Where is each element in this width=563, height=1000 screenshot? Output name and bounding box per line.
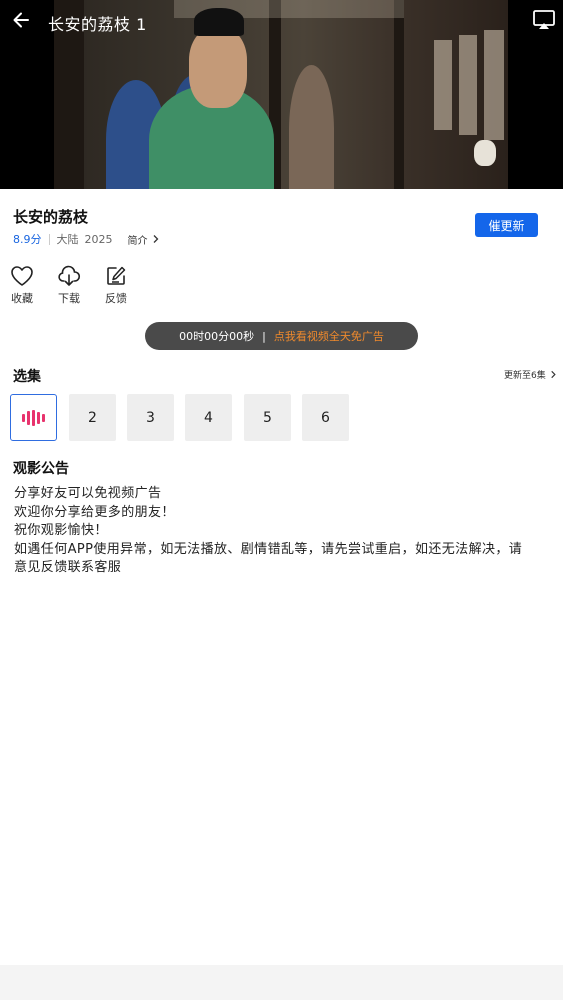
favorite-label: 收藏 [11,292,33,305]
video-player[interactable]: 长安的荔枝 1 [0,0,563,189]
notice-title: 观影公告 [13,461,69,477]
notice-line: 如遇任何APP使用异常，如无法播放、剧情错乱等，请先尝试重启，如还无法解决，请意… [14,541,523,576]
show-title: 长安的荔枝 [13,208,89,226]
show-year: 2025 [84,232,113,246]
feedback-label: 反馈 [105,292,127,305]
update-status-link[interactable]: 更新至6集 [504,368,558,381]
ad-divider: | [262,329,266,343]
cloud-download-icon [58,265,81,286]
episodes-title: 选集 [13,369,41,385]
meta-divider [48,233,50,245]
show-meta: 8.9分 大陆 2025 简介 [13,231,161,247]
feedback-button[interactable]: 反馈 [96,265,136,306]
ad-free-banner[interactable]: 00时00分00秒 | 点我看视频全天免广告 [145,322,418,350]
episode-3[interactable]: 3 [127,394,174,441]
bottom-bar [0,965,563,1000]
video-title: 长安的荔枝 1 [48,15,147,34]
notice-line: 分享好友可以免视频广告 [14,486,162,501]
ad-free-link[interactable]: 点我看视频全天免广告 [274,328,384,344]
back-button[interactable] [8,6,34,34]
favorite-button[interactable]: 收藏 [2,265,42,306]
episode-6[interactable]: 6 [302,394,349,441]
notice-line: 欢迎你分享给更多的朋友！ [14,504,175,520]
download-button[interactable]: 下载 [49,265,89,306]
chevron-right-icon [153,235,158,243]
heart-icon [11,266,33,286]
intro-link[interactable]: 简介 [128,232,161,247]
cast-screen-icon [533,10,555,29]
episode-1[interactable] [10,394,57,441]
notice-line: 祝你观影愉快！ [14,523,108,538]
episode-4[interactable]: 4 [185,394,232,441]
show-region: 大陆 [56,233,79,246]
cast-button[interactable] [532,9,556,31]
intro-label: 简介 [127,235,148,247]
chevron-right-icon [551,370,556,379]
download-label: 下载 [58,292,80,305]
edit-feedback-icon [107,266,126,285]
now-playing-icon [22,409,45,426]
urge-update-button[interactable]: 催更新 [475,213,538,237]
notice-body: 分享好友可以免视频广告 欢迎你分享给更多的朋友！ 祝你观影愉快！ 如遇任何APP… [14,485,534,578]
ad-timer: 00时00分00秒 [179,330,255,343]
back-arrow-icon [13,12,29,28]
episode-2[interactable]: 2 [69,394,116,441]
episode-5[interactable]: 5 [244,394,291,441]
update-status: 更新至6集 [504,371,546,381]
show-score: 8.9分 [13,233,42,246]
